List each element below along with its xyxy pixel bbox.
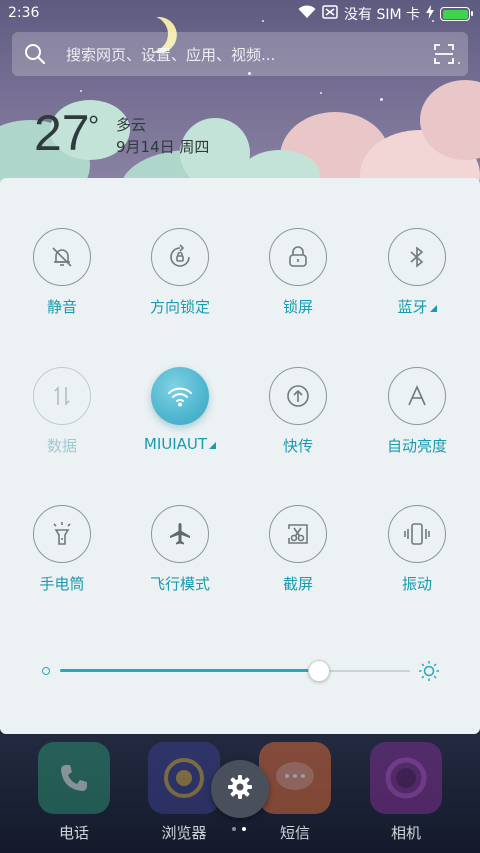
brightness-thumb[interactable] [308, 660, 330, 682]
toggle-label: 快传 [282, 437, 313, 455]
temperature: 27 [34, 105, 90, 161]
dock-app-messages[interactable]: 短信 [259, 742, 331, 843]
messages-icon [259, 742, 331, 814]
dock-app-camera[interactable]: 相机 [370, 742, 442, 843]
dock-app-phone[interactable]: 电话 [38, 742, 110, 843]
mobile-data-icon [33, 367, 91, 425]
sim-status-text: 没有 SIM 卡 [344, 7, 420, 23]
settings-button[interactable] [211, 760, 269, 818]
toggle-airplane-mode[interactable]: 飞行模式 [120, 505, 240, 594]
toggle-lock-screen[interactable]: 锁屏 [238, 228, 358, 317]
toggle-label: 截屏 [282, 575, 313, 593]
toggle-label: 飞行模式 [149, 575, 210, 593]
degree-symbol: ° [88, 110, 100, 141]
no-sim-icon [322, 5, 338, 23]
dock-app-browser[interactable]: 浏览器 [148, 742, 220, 843]
browser-icon [148, 742, 220, 814]
toggle-label: MIUIAUT [120, 435, 240, 453]
search-input[interactable]: 搜索网页、设置、应用、视频... [66, 44, 275, 65]
expand-arrow-icon [429, 305, 437, 312]
status-bar: 2:36 没有 SIM 卡 [0, 0, 480, 28]
wifi-icon [151, 367, 209, 425]
gear-icon [227, 774, 253, 804]
toggle-label: 静音 [46, 298, 77, 316]
toggle-rotation-lock[interactable]: 方向锁定 [120, 228, 240, 317]
flashlight-icon [33, 505, 91, 563]
charging-icon [426, 5, 434, 23]
toggle-auto-brightness[interactable]: 自动亮度 [357, 367, 477, 456]
brightness-low-icon [42, 667, 50, 675]
search-bar[interactable]: 搜索网页、设置、应用、视频... [12, 32, 468, 76]
vibrate-icon [388, 505, 446, 563]
toggle-wifi[interactable]: MIUIAUT [120, 367, 240, 453]
toggle-label: 手电筒 [39, 575, 85, 593]
lock-icon [269, 228, 327, 286]
toggle-silent[interactable]: 静音 [2, 228, 122, 317]
bluetooth-icon [388, 228, 446, 286]
weather-background [0, 0, 480, 200]
airplane-icon [151, 505, 209, 563]
quick-transfer-icon [269, 367, 327, 425]
weather-date: 9月14日 周四 [116, 138, 210, 156]
toggle-label: 数据 [46, 437, 77, 455]
toggle-vibrate[interactable]: 振动 [357, 505, 477, 594]
app-label: 浏览器 [161, 824, 207, 842]
toggle-flashlight[interactable]: 手电筒 [2, 505, 122, 594]
scan-icon[interactable] [434, 44, 454, 68]
search-icon [24, 43, 46, 69]
brightness-high-icon [418, 660, 440, 686]
wifi-signal-icon [298, 5, 316, 23]
expand-arrow-icon [209, 442, 217, 449]
battery-icon [440, 7, 473, 21]
toggle-screenshot[interactable]: 截屏 [238, 505, 358, 594]
brightness-fill [60, 669, 319, 672]
camera-icon [370, 742, 442, 814]
quick-settings-panel: 静音 方向锁定 锁屏 蓝牙 数据 MIUIAUT 快传 自动亮度 手电筒 飞行模… [0, 178, 480, 734]
toggle-quick-transfer[interactable]: 快传 [238, 367, 358, 456]
toggle-label: 振动 [401, 575, 432, 593]
toggle-label: 方向锁定 [149, 298, 210, 316]
app-label: 相机 [390, 824, 421, 842]
toggle-label: 蓝牙 [357, 296, 477, 317]
toggle-mobile-data[interactable]: 数据 [2, 367, 122, 456]
silent-bell-icon [33, 228, 91, 286]
toggle-bluetooth[interactable]: 蓝牙 [357, 228, 477, 317]
brightness-slider[interactable] [40, 658, 440, 688]
app-label: 短信 [279, 824, 310, 842]
toggle-label: 自动亮度 [386, 437, 447, 455]
status-time: 2:36 [8, 5, 40, 21]
app-label: 电话 [58, 824, 89, 842]
toggle-label: 锁屏 [282, 298, 313, 316]
rotation-lock-icon [151, 228, 209, 286]
weather-condition: 多云 [116, 116, 147, 134]
phone-icon [38, 742, 110, 814]
screenshot-icon [269, 505, 327, 563]
page-indicator [232, 827, 246, 831]
auto-brightness-icon [388, 367, 446, 425]
